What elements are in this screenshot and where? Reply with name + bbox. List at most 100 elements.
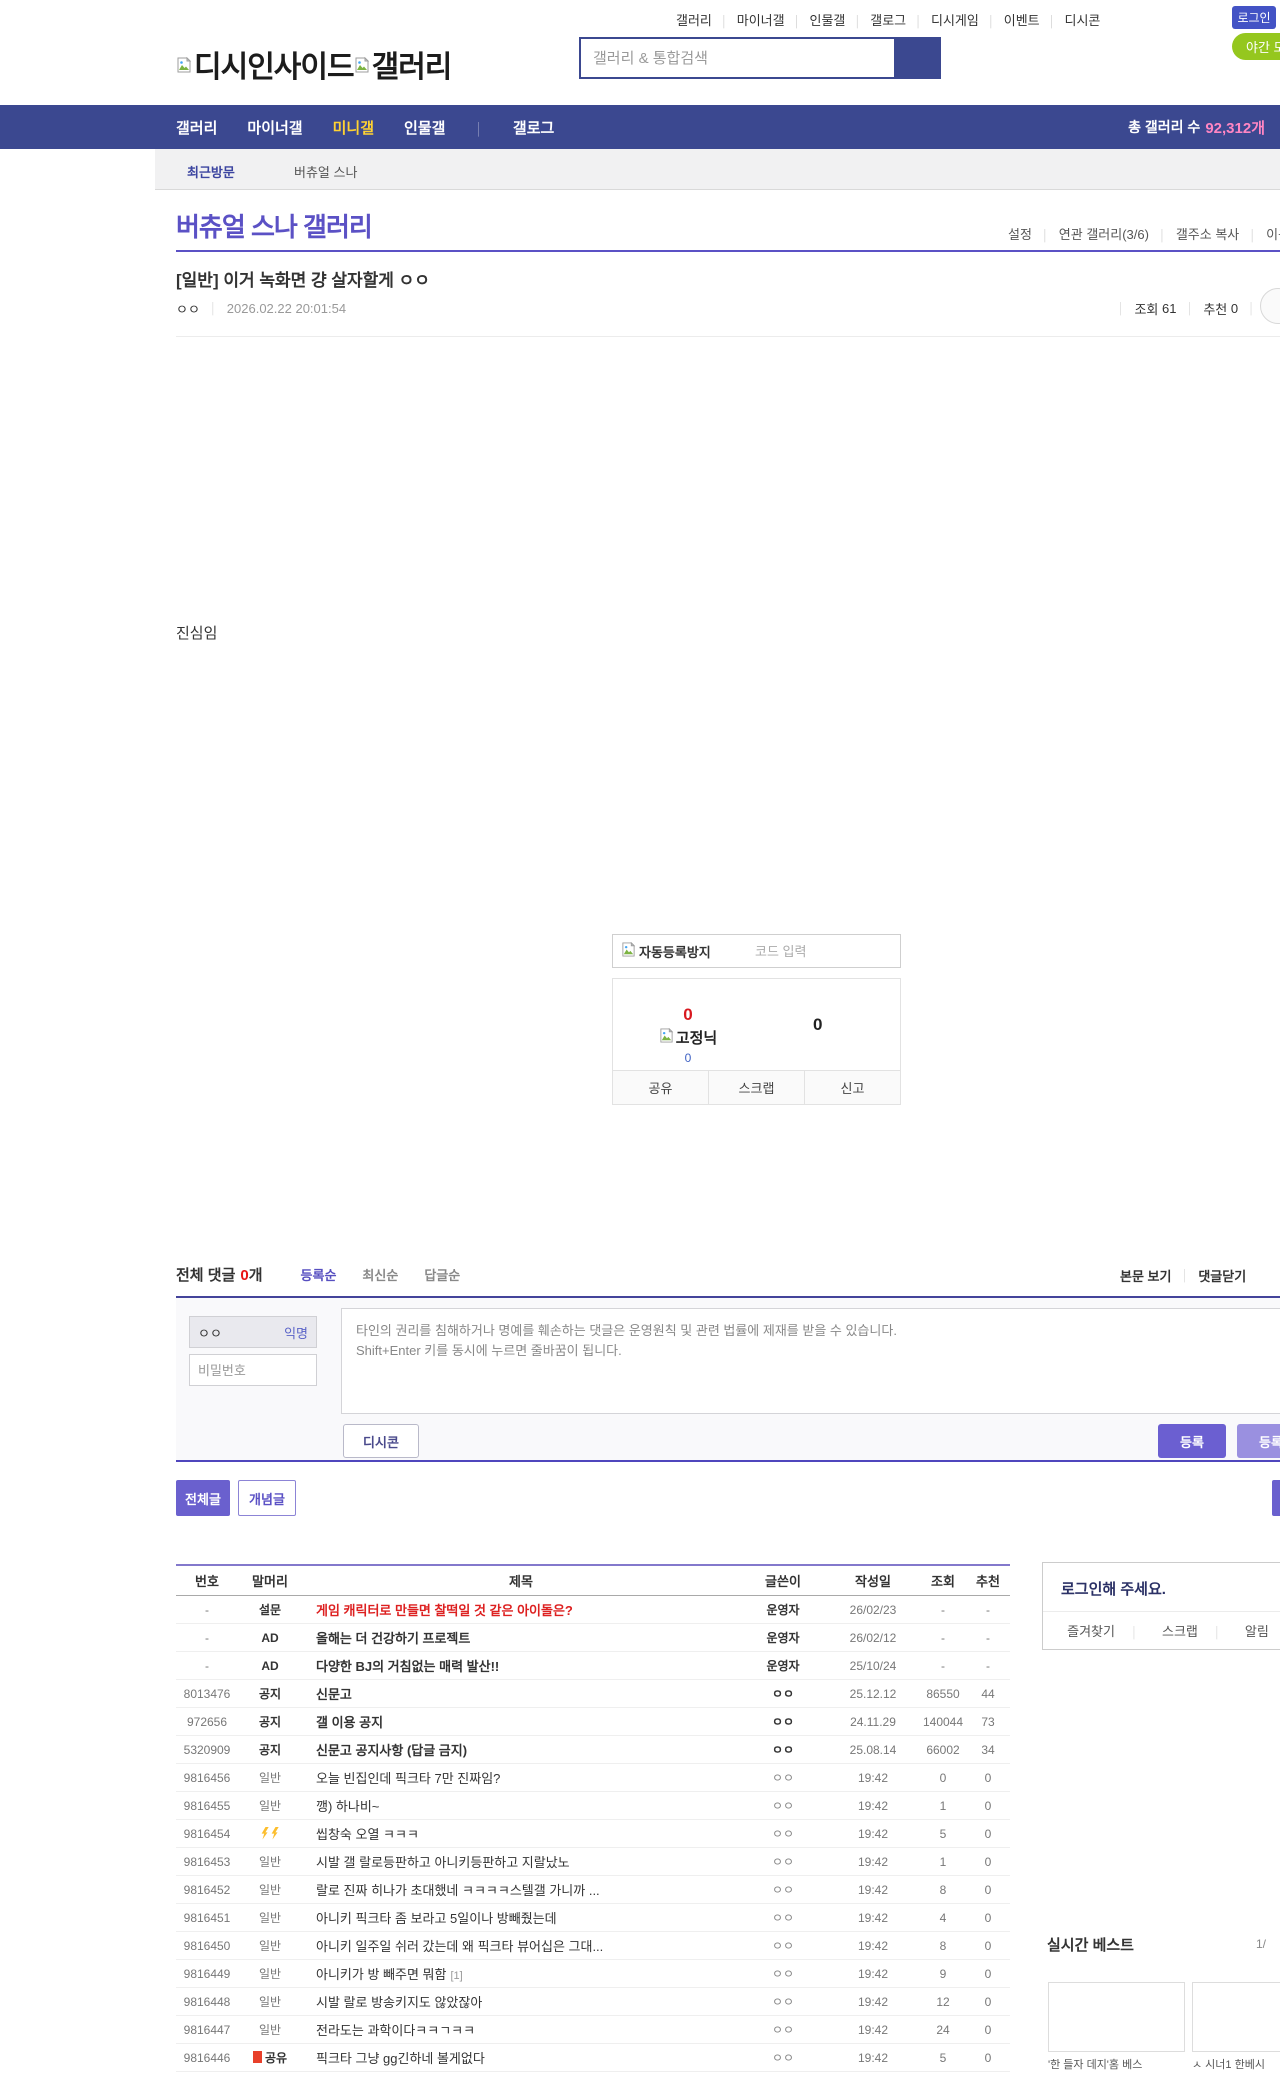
post-number: 9816448 [183,1994,231,2009]
page-title[interactable]: 버츄얼 스나 갤러리 [176,207,373,244]
post-title-link[interactable]: 깽) 하나비~ [302,1796,740,1815]
comment-sort-option[interactable]: 등록순 [301,1265,337,1284]
realtime-best-thumbnail[interactable] [1048,1982,1185,2052]
upvote-area[interactable]: 0 고정닉 0 [633,1005,743,1065]
post-number: 9816451 [183,1910,231,1925]
search-input[interactable] [579,37,896,79]
post-author[interactable]: 운영자 [740,1629,826,1646]
post-title-link[interactable]: 아니키 픽크타 좀 보라고 5일이나 방빼줬는데 [302,1908,740,1927]
nav-item[interactable]: 갤로그 [475,117,554,138]
post-author[interactable]: ㅇㅇ [740,1713,826,1730]
comment-textarea[interactable]: 타인의 권리를 침해하거나 명예를 훼손하는 댓글은 운영원칙 및 관련 법률에… [341,1308,1280,1414]
upvote-count: 0 [683,1005,693,1024]
topbar-link[interactable]: 인물갤 [809,10,870,29]
realtime-best-pagination[interactable]: 1/ [1256,1937,1266,1951]
post-author[interactable]: ㅇㅇ [740,1825,826,1842]
login-button[interactable]: 로그인 [1232,6,1276,29]
post-number: - [205,1658,209,1673]
post-author[interactable]: 운영자 [740,1657,826,1674]
login-box-link[interactable]: 즐겨찾기 [1067,1621,1138,1640]
post-author[interactable]: ㅇㅇ [740,1937,826,1954]
topbar-link[interactable]: 마이너갤 [737,10,810,29]
post-author[interactable]: ㅇㅇ [740,1965,826,1982]
post-title-link[interactable]: 전라도는 과학이다ㅋㅋㄱㅋㅋ [302,2020,740,2039]
post-action-button[interactable]: 공유 [613,1071,708,1104]
post-action-button[interactable]: 스크랩 [708,1071,804,1104]
scroll-to-comment-button[interactable] [1260,288,1280,324]
comment-submit-button[interactable]: 등록 [1158,1424,1226,1458]
realtime-best-thumbnail[interactable] [1192,1982,1280,2052]
post-date: 25/10/24 [849,1658,897,1673]
comment-submit-secondary-button[interactable]: 등록 [1237,1424,1280,1458]
post-author[interactable]: ㅇㅇ [740,1685,826,1702]
post-author[interactable]: ㅇㅇ [740,1881,826,1898]
post-title-link[interactable]: 아니키가 방 빼주면 뭐함 [1] [302,1964,740,1983]
gallery-utility-link[interactable]: 이용 [1266,224,1280,243]
nav-item[interactable]: 인물갤 [404,117,445,138]
post-title-link[interactable]: 다양한 BJ의 거침없는 매력 발산!! [302,1656,740,1675]
post-title-link[interactable]: 게임 캐릭터로 만들면 찰떡일 것 같은 아이돌은? [302,1600,740,1619]
gallery-utility-link[interactable]: 설정 [1008,224,1059,243]
post-title-link[interactable]: 신문고 공지사항 (답글 금지) [302,1740,740,1759]
post-title-link[interactable]: 랄로 진짜 히나가 초대했네 ㅋㅋㅋㅋ스텔갤 가니까 ... [302,1880,740,1899]
realtime-best-caption[interactable]: ㅅ 시너1 한베시 [1192,2058,1280,2072]
post-title-link[interactable]: 갤 이용 공지 [302,1712,740,1731]
password-field[interactable] [189,1354,317,1386]
post-author[interactable]: 운영자 [740,1601,826,1618]
post-author[interactable]: ㅇㅇ [740,1769,826,1786]
post-title-link[interactable]: 시발 갤 랄로등판하고 아니키등판하고 지랄났노 [302,1852,740,1871]
close-comments-link[interactable]: 댓글닫기 [1198,1266,1246,1285]
post-recommend: 0 [984,1994,992,2009]
tab-all-posts[interactable]: 전체글 [176,1480,230,1516]
post-title-link[interactable]: 시발 랄로 방송키지도 않았잖아 [302,1992,740,2011]
captcha-input[interactable] [755,943,900,959]
nav-item[interactable]: 갤러리 [176,117,217,138]
post-list-table: 번호 말머리 제목 글쓴이 작성일 조회 추천 - 설문 게임 캐릭터로 만들면… [176,1564,1010,2072]
topbar-link[interactable]: 갤러리 [676,10,737,29]
nav-item[interactable]: 마이너갤 [247,117,302,138]
night-mode-button[interactable]: 야간 모드 [1232,33,1280,60]
post-author[interactable]: ㅇㅇ [740,1909,826,1926]
post-title-link[interactable]: 픽크타 그냥 gg긴하네 볼게없다 [302,2048,740,2067]
post-author[interactable]: ㅇㅇ [740,1993,826,2010]
post-author[interactable]: ㅇㅇ [740,1741,826,1758]
gallery-utility-link[interactable]: 연관 갤러리(3/6) [1059,224,1176,243]
search-button[interactable] [896,37,941,79]
nickname-field[interactable]: ㅇㅇ 익명 [189,1316,317,1348]
breadcrumb-current[interactable]: 버츄얼 스나 [294,162,357,181]
comment-sort-option[interactable]: 답글순 [424,1265,460,1284]
site-logo[interactable]: 디시인사이드 갤러리 [176,42,452,86]
post-title-link[interactable]: 올해는 더 건강하기 프로젝트 [302,1628,740,1647]
post-author[interactable]: ㅇㅇ [740,2021,826,2038]
topbar-link[interactable]: 갤로그 [870,10,931,29]
post-author[interactable]: ㅇㅇ [176,299,200,318]
view-post-link[interactable]: 본문 보기 [1120,1266,1171,1285]
comment-sort-option[interactable]: 최신순 [362,1265,398,1284]
login-box-link[interactable]: 스크랩 [1162,1621,1221,1640]
post-author[interactable]: ㅇㅇ [740,1853,826,1870]
post-author[interactable]: ㅇㅇ [740,2049,826,2066]
post-title-link[interactable]: 신문고 [302,1684,740,1703]
post-action-button[interactable]: 신고 [804,1071,900,1104]
nav-item[interactable]: 미니갤 [333,117,374,138]
write-post-button[interactable]: 글쓰기 [1272,1480,1280,1516]
post-date: 2026.02.22 20:01:54 [226,301,347,316]
realtime-best-caption[interactable]: '한 들자 데지'홈 베스 [1048,2058,1185,2072]
post-number: 8013476 [183,1686,231,1701]
post-author[interactable]: ㅇㅇ [740,1797,826,1814]
login-box-link[interactable]: 알림 [1245,1621,1269,1640]
downvote-count[interactable]: 0 [813,1015,899,1035]
dccon-button[interactable]: 디시콘 [343,1424,419,1458]
topbar-link[interactable]: 디시게임 [931,10,1004,29]
tab-best-posts[interactable]: 개념글 [238,1480,296,1516]
post-title-link[interactable]: 오늘 빈집인데 픽크타 7만 진짜임? [302,1768,740,1787]
gallery-utility-link[interactable]: 갤주소 복사 [1176,224,1266,243]
post-number: - [205,1602,209,1617]
post-title-link[interactable]: 아니키 일주일 쉬러 갔는데 왜 픽크타 뷰어십은 그대... [302,1936,740,1955]
post-date: 26/02/23 [849,1602,897,1617]
topbar-link[interactable]: 디시콘 [1065,10,1101,29]
topbar-link[interactable]: 이벤트 [1004,10,1065,29]
recent-visit-link[interactable]: 최근방문 [187,162,235,181]
comment-notice-line1: 타인의 권리를 침해하거나 명예를 훼손하는 댓글은 운영원칙 및 관련 법률에… [356,1323,897,1338]
post-title-link[interactable]: 씹창숙 오열 ㅋㅋㅋ [302,1824,740,1843]
